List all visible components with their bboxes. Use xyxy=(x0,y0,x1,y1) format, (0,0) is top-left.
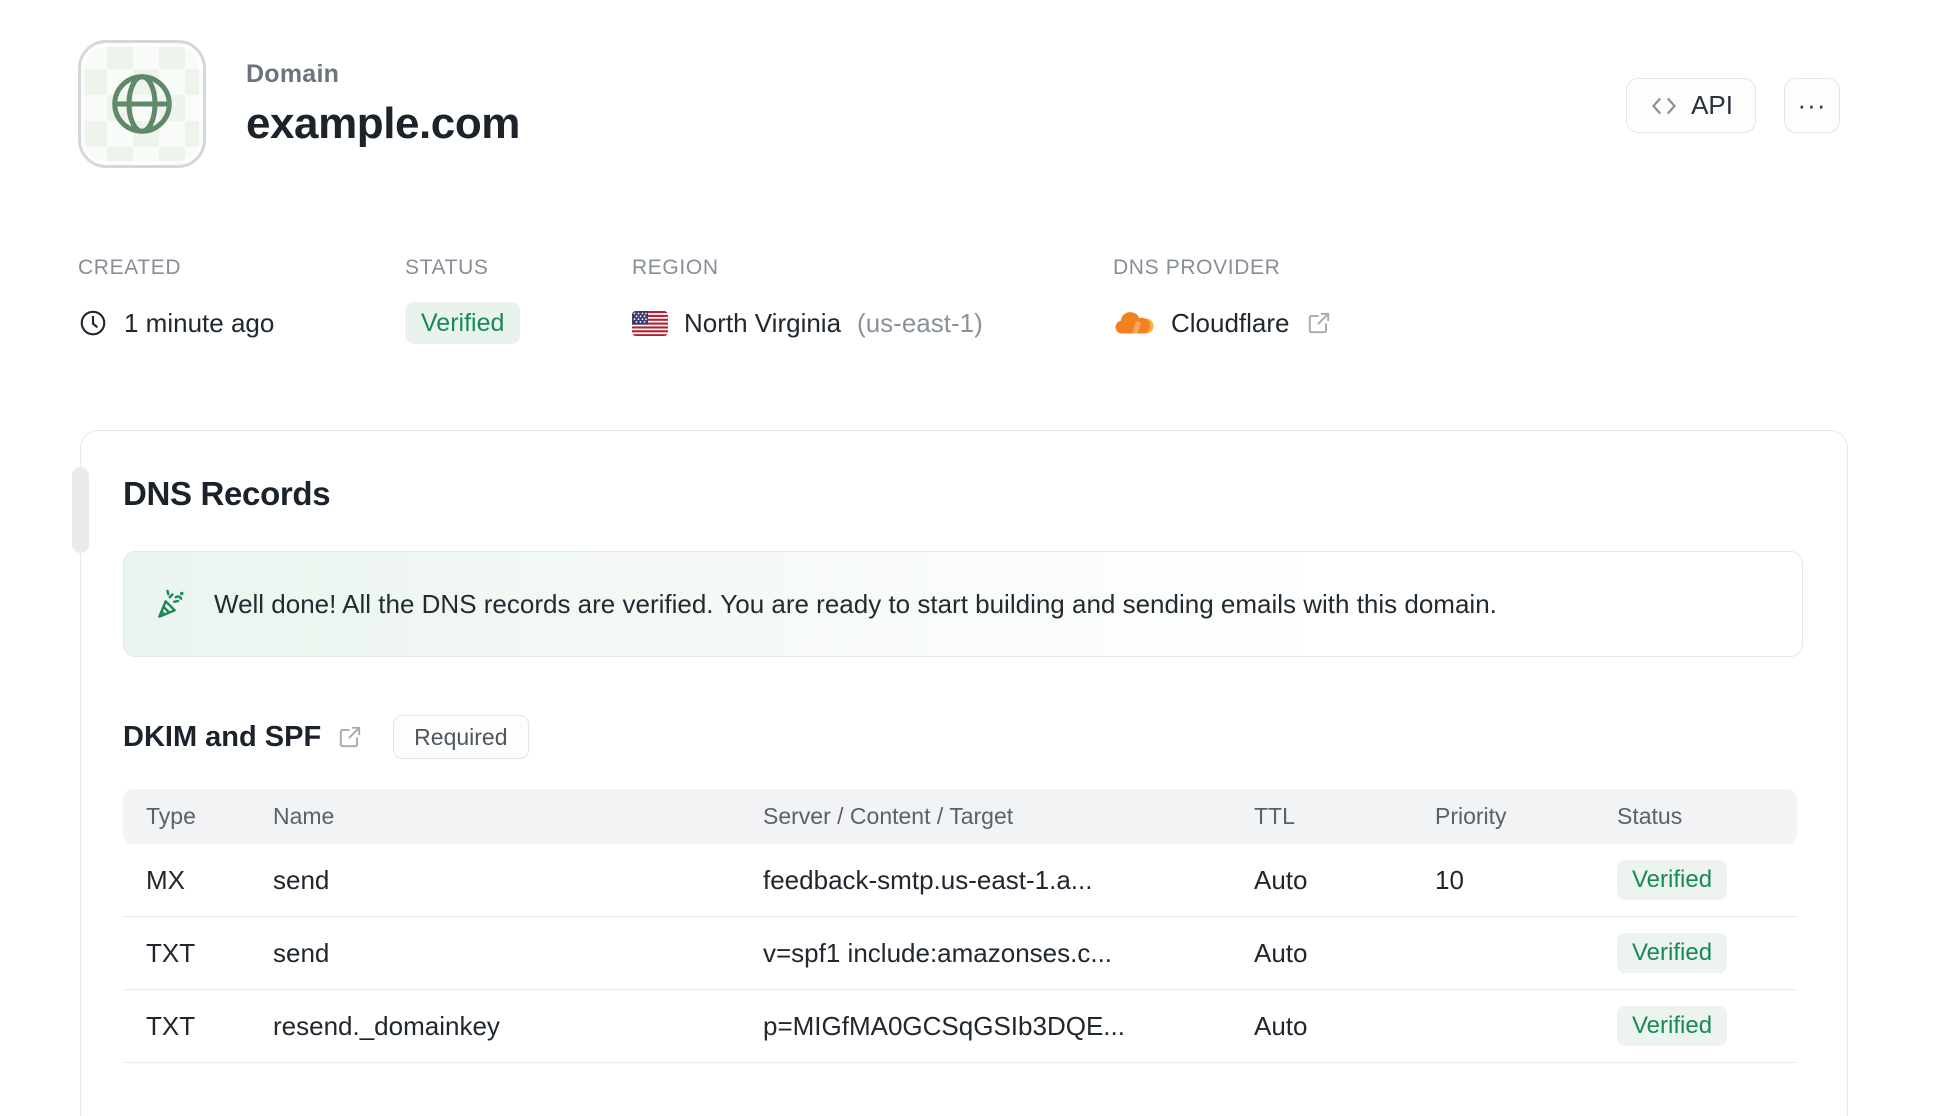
cloudflare-icon xyxy=(1113,309,1155,337)
clock-icon xyxy=(78,308,108,338)
domain-meta-row: CREATED 1 minute ago STATUS Verified REG… xyxy=(0,168,1944,344)
col-header-content: Server / Content / Target xyxy=(763,803,1014,829)
us-flag-icon xyxy=(632,310,668,336)
dns-records-title: DNS Records xyxy=(123,475,331,512)
success-message: Well done! All the DNS records are verif… xyxy=(214,588,1497,619)
card-edge-pill xyxy=(72,467,89,553)
table-row: TXT send v=spf1 include:amazonses.c... A… xyxy=(123,917,1797,990)
region-code: (us-east-1) xyxy=(857,307,983,338)
status-label: STATUS xyxy=(405,256,489,279)
cell-content: feedback-smtp.us-east-1.a... xyxy=(763,864,1093,895)
cell-type: MX xyxy=(146,864,185,895)
table-header-row: Type Name Server / Content / Target TTL … xyxy=(123,789,1797,844)
col-header-status: Status xyxy=(1617,803,1683,829)
dns-provider-value: Cloudflare xyxy=(1171,307,1290,338)
created-label: CREATED xyxy=(78,256,182,279)
dns-records-table: Type Name Server / Content / Target TTL … xyxy=(123,789,1797,1063)
meta-region: REGION North Virginia (us-east-1) xyxy=(632,256,1113,344)
required-badge: Required xyxy=(393,715,529,759)
col-header-priority: Priority xyxy=(1435,803,1507,829)
status-badge: Verified xyxy=(405,302,521,344)
success-banner: Well done! All the DNS records are verif… xyxy=(123,551,1803,657)
cell-content: v=spf1 include:amazonses.c... xyxy=(763,937,1113,968)
domain-detail-page: Domain example.com API ··· CREATED 1 min… xyxy=(0,0,1944,1116)
cell-ttl: Auto xyxy=(1254,1010,1308,1041)
domain-avatar xyxy=(78,40,206,168)
record-status-badge: Verified xyxy=(1617,860,1728,900)
cell-type: TXT xyxy=(146,937,196,968)
col-header-name: Name xyxy=(273,803,335,829)
cell-content: p=MIGfMA0GCSqGSIb3DQE... xyxy=(763,1010,1125,1041)
col-header-type: Type xyxy=(146,803,196,829)
more-options-button[interactable]: ··· xyxy=(1784,78,1840,133)
domain-heading: Domain example.com xyxy=(246,60,520,149)
table-row: TXT resend._domainkey p=MIGfMA0GCSqGSIb3… xyxy=(123,990,1797,1063)
page-title: example.com xyxy=(246,98,520,148)
entity-type-label: Domain xyxy=(246,59,340,88)
code-icon xyxy=(1649,91,1679,121)
cell-priority: 10 xyxy=(1435,864,1464,895)
cell-ttl: Auto xyxy=(1254,937,1308,968)
created-value: 1 minute ago xyxy=(124,307,275,338)
region-label: REGION xyxy=(632,256,719,279)
table-row: MX send feedback-smtp.us-east-1.a... Aut… xyxy=(123,844,1797,917)
region-value: North Virginia xyxy=(684,307,842,338)
domain-identity: Domain example.com xyxy=(78,40,520,168)
cell-name: send xyxy=(273,864,330,895)
col-header-ttl: TTL xyxy=(1254,803,1295,829)
record-status-badge: Verified xyxy=(1617,1006,1728,1046)
dkim-spf-section-head: DKIM and SPF Required xyxy=(123,715,1803,759)
cell-ttl: Auto xyxy=(1254,864,1308,895)
dns-provider-external-link-icon[interactable] xyxy=(1306,310,1332,336)
ellipsis-icon: ··· xyxy=(1797,90,1827,120)
api-button-label: API xyxy=(1691,90,1733,120)
cell-type: TXT xyxy=(146,1010,196,1041)
globe-icon xyxy=(104,66,180,142)
dkim-spf-external-link-icon[interactable] xyxy=(337,724,363,750)
record-status-badge: Verified xyxy=(1617,933,1728,973)
dns-records-card: DNS Records Well done! All the DNS recor xyxy=(72,430,1848,1116)
meta-status: STATUS Verified xyxy=(405,256,632,344)
meta-created: CREATED 1 minute ago xyxy=(78,256,405,344)
api-button[interactable]: API xyxy=(1626,78,1756,133)
meta-dns-provider: DNS PROVIDER Cloudflare xyxy=(1113,256,1332,344)
dkim-spf-title: DKIM and SPF xyxy=(123,720,322,753)
dns-provider-label: DNS PROVIDER xyxy=(1113,256,1281,279)
header-actions: API ··· xyxy=(1626,78,1840,133)
cell-name: send xyxy=(273,937,330,968)
party-popper-icon xyxy=(154,586,190,622)
cell-name: resend._domainkey xyxy=(273,1010,500,1041)
page-header: Domain example.com API ··· xyxy=(0,0,1944,168)
